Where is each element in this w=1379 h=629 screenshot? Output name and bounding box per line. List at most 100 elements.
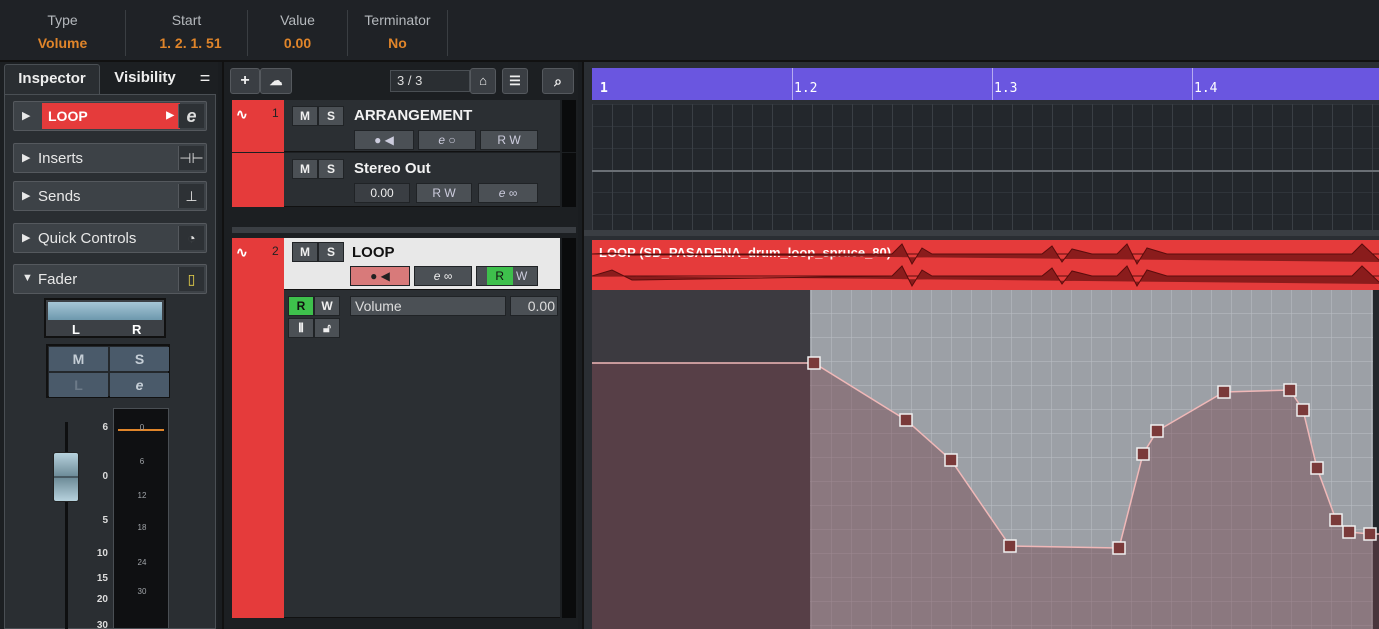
info-terminator-value[interactable]: No [348,30,447,56]
track-list-menu-icon[interactable]: ☰ [502,68,528,94]
track-name[interactable]: LOOP [352,244,395,261]
info-type-value[interactable]: Volume [0,30,125,56]
automation-param-select[interactable]: Volume [350,296,506,316]
section-sends[interactable]: ▶ Sends ⊥ [13,181,207,211]
add-track-template-button[interactable]: ☁ [260,68,292,94]
track-controls: M S LOOP ● ◀ e ∞ R W [284,238,560,290]
track-stereo-out[interactable]: M S Stereo Out 0.00 R W e ∞ [232,153,576,207]
info-value-value[interactable]: 0.00 [248,30,347,56]
automation-point[interactable] [1112,541,1126,555]
automation-point[interactable] [807,356,821,370]
arrangement-lane[interactable] [592,104,1379,230]
track-name[interactable]: Stereo Out [354,160,431,177]
edit-button[interactable]: e [110,373,169,397]
zone-divider[interactable] [584,230,1379,236]
automation-mute-icon[interactable]: ⫴ [288,318,314,338]
volume-fader-handle[interactable] [53,452,79,502]
zone-divider[interactable] [232,227,576,233]
section-quick-controls-label: Quick Controls [38,230,137,247]
inserts-bypass-icon[interactable]: ⊣⊢ [178,146,204,170]
track-visibility-icon[interactable]: ⌂ [470,68,496,94]
solo-button[interactable]: S [318,106,344,126]
track-loop[interactable]: ∿ 2 M S LOOP ● ◀ e ∞ R W R W ⫴ 🔓︎ Volume… [232,238,576,618]
read-write-group[interactable]: R W [476,266,538,286]
mute-button[interactable]: M [292,159,318,179]
automation-lane[interactable] [592,290,1379,629]
automation-point[interactable] [1003,539,1017,553]
panner-right-label: R [132,322,142,337]
fader-scale-label: 15 [96,573,108,584]
info-start[interactable]: Start 1. 2. 1. 51 [126,10,248,56]
info-value[interactable]: Value 0.00 [248,10,348,56]
edit-link-group[interactable]: e ∞ [478,183,538,203]
add-track-button[interactable]: + [230,68,260,94]
section-quick-controls[interactable]: ▶ Quick Controls ◔ [13,223,207,253]
edit-channel-icon[interactable]: e ○ [418,130,476,150]
mute-button[interactable]: M [292,106,318,126]
track-arrangement[interactable]: ∿ 1 M S ARRANGEMENT ● ◀ e ○ R W [232,100,576,152]
solo-button[interactable]: S [318,242,344,262]
track-color-strip [232,238,284,618]
info-type[interactable]: Type Volume [0,10,126,56]
sends-bypass-icon[interactable]: ⊥ [178,184,204,208]
record-monitor-group[interactable]: ● ◀ [350,266,410,286]
section-fader[interactable]: ▼ Fader ▯ [13,264,207,294]
search-icon[interactable]: ⌕ [542,68,574,94]
edit-link-group[interactable]: e ∞ [414,266,472,286]
automation-point[interactable] [1310,461,1324,475]
mute-button[interactable]: M [292,242,318,262]
info-start-value[interactable]: 1. 2. 1. 51 [126,30,247,56]
expand-triangle-icon[interactable]: ▶ [22,109,30,122]
track-list-toolbar: + ☁ 3 / 3 ⌂ ☰ ⌕ [230,68,576,96]
tab-visibility[interactable]: Visibility [102,64,188,94]
read-write-group[interactable]: R W [416,183,472,203]
track-controls: M S ARRANGEMENT ● ◀ e ○ R W [284,100,560,152]
solo-button[interactable]: S [110,347,169,371]
solo-button[interactable]: S [318,159,344,179]
automation-value-field[interactable]: 0.00 [510,296,558,316]
panner-bar[interactable] [48,302,162,320]
track-list: + ☁ 3 / 3 ⌂ ☰ ⌕ ∿ 1 M S ARRANGEMENT ● ◀ … [222,62,578,629]
automation-curve[interactable] [592,290,1379,629]
track-controls: M S Stereo Out 0.00 R W e ∞ [284,153,560,207]
inspector-track-section[interactable]: ▶ LOOP ▶ e [13,101,207,131]
meter-scale-label: 6 [139,457,145,466]
fader-scale-label: 6 [102,422,108,433]
audio-event[interactable]: LOOP (SD_PASADENA_drum_loop_spruce_80) [592,240,1379,290]
automation-point[interactable] [1296,403,1310,417]
automation-point[interactable] [944,453,958,467]
panner[interactable]: L R [44,298,166,338]
track-number: 1 [272,106,279,120]
automation-point[interactable] [1136,447,1150,461]
lock-icon[interactable]: 🔓︎ [314,318,340,338]
read-write-group[interactable]: R W [480,130,538,150]
track-name[interactable]: ARRANGEMENT [354,107,472,124]
inspector-menu-icon[interactable]: = [194,64,216,94]
automation-point[interactable] [1283,383,1297,397]
automation-point[interactable] [899,413,913,427]
section-inserts[interactable]: ▶ Inserts ⊣⊢ [13,143,207,173]
listen-button[interactable]: L [49,373,108,397]
automation-point[interactable] [1217,385,1231,399]
automation-point[interactable] [1342,525,1356,539]
automation-point[interactable] [1150,424,1164,438]
fader-meter-icon[interactable]: ▯ [178,267,204,291]
ruler-tick [792,68,793,100]
inspector-track-name-box[interactable]: LOOP ▶ [42,103,180,129]
automation-point[interactable] [1363,527,1377,541]
quick-controls-knob-icon[interactable]: ◔ [178,226,204,250]
record-monitor-group[interactable]: ● ◀ [354,130,414,150]
read-button[interactable]: R [288,296,314,316]
edit-channel-icon[interactable]: e [178,104,204,128]
volume-field[interactable]: 0.00 [354,183,410,203]
tab-inspector[interactable]: Inspector [4,64,100,94]
timeline-ruler[interactable]: 1 1.2 1.3 1.4 [592,68,1379,100]
fader-scale-label: 20 [96,594,108,605]
info-terminator-label: Terminator [364,12,431,28]
inspector-panel: Inspector Visibility = ▶ LOOP ▶ e ▶ Inse… [0,62,218,629]
automation-point[interactable] [1329,513,1343,527]
write-button[interactable]: W [314,296,340,316]
mute-button[interactable]: M [49,347,108,371]
info-terminator[interactable]: Terminator No [348,10,448,56]
automation-lane-header: R W ⫴ 🔓︎ Volume 0.00 [284,290,560,618]
